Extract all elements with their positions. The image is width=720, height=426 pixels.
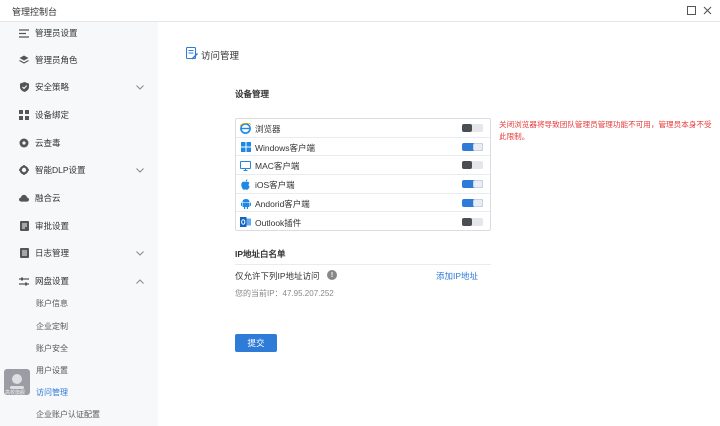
device-label: iOS客户端 xyxy=(255,180,295,191)
device-label: 浏览器 xyxy=(255,124,281,134)
outlook-toggle[interactable] xyxy=(462,217,483,226)
sidebar-item-label: 智能DLP设置 xyxy=(35,165,86,175)
sidebar-item-approval-settings[interactable]: 审批设置 xyxy=(0,215,158,237)
toggle-knob xyxy=(462,217,472,226)
window-title: 管理控制台 xyxy=(12,7,58,17)
avatar[interactable]: 高校旗舰 xyxy=(4,369,30,396)
sidebar-subitem-label: 账户安全 xyxy=(36,343,68,353)
stack-layers-icon xyxy=(19,55,29,65)
sidebar-item-hybrid-cloud[interactable]: 融合云 xyxy=(0,187,158,209)
device-label: Outlook插件 xyxy=(255,217,302,228)
sidebar-subitem-label: 访问管理 xyxy=(36,387,68,397)
sidebar-subitem-label: 账户信息 xyxy=(36,298,68,308)
submit-button[interactable]: 提交 xyxy=(235,334,277,352)
ip-allow-label: 仅允许下列IP地址访问 xyxy=(235,271,320,281)
sidebar-item-admin-roles[interactable]: 管理员角色 xyxy=(0,49,158,71)
page-title: 访问管理 xyxy=(201,51,240,62)
approval-icon xyxy=(19,221,29,231)
sidebar-item-label: 管理员设置 xyxy=(35,28,78,38)
ip-section-title: IP地址白名单 xyxy=(235,249,286,259)
gear-icon xyxy=(19,165,29,175)
sidebar-item-log-management[interactable]: 日志管理 xyxy=(0,242,158,264)
sidebar-subitem-enterprise-auth[interactable]: 企业账户认证配置 xyxy=(0,404,158,424)
sidebar-subitem-account-info[interactable]: 账户信息 xyxy=(0,293,158,313)
device-row-windows: Windows客户端 xyxy=(236,138,490,157)
android-toggle[interactable] xyxy=(462,198,483,207)
close-button[interactable] xyxy=(700,3,714,17)
sidebar-item-label: 审批设置 xyxy=(35,221,70,231)
title-bar: 管理控制台 xyxy=(0,0,720,22)
sidebar-subitem-label: 企业账户认证配置 xyxy=(36,409,100,419)
sidebar-item-netdisk-settings[interactable]: 网盘设置 xyxy=(0,270,158,292)
sidebar-subitem-label: 用户设置 xyxy=(36,365,68,375)
sidebar-subitem-account-security[interactable]: 账户安全 xyxy=(0,338,158,358)
chevron-up-icon xyxy=(136,277,144,286)
mac-toggle[interactable] xyxy=(462,161,483,170)
chevron-down-icon xyxy=(136,83,144,92)
sidebar-item-device-binding[interactable]: 设备绑定 xyxy=(0,104,158,126)
chevron-down-icon xyxy=(136,249,144,258)
close-icon xyxy=(703,6,711,14)
toggle-knob xyxy=(473,142,483,151)
apple-icon xyxy=(240,179,251,190)
ip-whitelist-row: 仅允许下列IP地址访问 ! 添加IP地址 xyxy=(235,264,491,284)
device-label: Andorid客户端 xyxy=(255,198,310,209)
browser-warning-text: 关闭浏览器将导致团队管理员管理功能不可用，管理员本身不受此限制。 xyxy=(499,120,712,141)
device-row-mac: MAC客户端 xyxy=(236,156,490,176)
toggle-knob xyxy=(473,198,483,207)
avatar-head-shape xyxy=(12,374,22,384)
maximize-icon xyxy=(686,5,696,15)
virus-scan-icon xyxy=(19,138,29,148)
info-icon[interactable]: ! xyxy=(327,270,337,280)
sidebar-item-label: 网盘设置 xyxy=(35,276,70,286)
cloud-icon xyxy=(19,193,29,203)
device-section-title: 设备管理 xyxy=(235,89,270,99)
windows-toggle[interactable] xyxy=(462,142,483,151)
list-lines-icon xyxy=(19,28,29,38)
log-icon xyxy=(19,248,29,258)
sidebar-subitem-enterprise-custom[interactable]: 企业定制 xyxy=(0,316,158,336)
sidebar-item-label: 云查毒 xyxy=(35,138,61,148)
sidebar-item-cloud-antivirus[interactable]: 云查毒 xyxy=(0,132,158,154)
device-bind-icon xyxy=(19,110,29,120)
current-ip-text: 您的当前IP：47.95.207.252 xyxy=(235,289,334,298)
avatar-text: 高校旗舰 xyxy=(5,390,26,396)
device-label: Windows客户端 xyxy=(255,142,315,153)
sliders-icon xyxy=(19,276,29,286)
sidebar-item-label: 管理员角色 xyxy=(35,55,78,65)
main-content: 访问管理 设备管理 浏览器 Windows客户端 MAC客户端 iOS客户端 A… xyxy=(158,22,720,426)
device-row-android: Andorid客户端 xyxy=(236,194,490,213)
windows-icon xyxy=(240,142,251,153)
chevron-down-icon xyxy=(136,166,144,175)
toggle-knob xyxy=(473,180,483,189)
device-row-browser: 浏览器 xyxy=(236,119,490,138)
android-icon xyxy=(240,198,251,209)
monitor-icon xyxy=(240,160,251,171)
sidebar-item-label: 融合云 xyxy=(35,193,61,203)
toggle-knob xyxy=(462,124,472,132)
maximize-button[interactable] xyxy=(684,3,698,17)
access-management-icon xyxy=(185,46,198,60)
ie-browser-icon xyxy=(240,123,251,134)
sidebar-item-admin-settings[interactable]: 管理员设置 xyxy=(0,22,158,44)
shield-icon xyxy=(19,82,29,92)
device-row-outlook: Outlook插件 xyxy=(236,213,490,232)
outlook-icon xyxy=(240,217,251,228)
browser-toggle[interactable] xyxy=(462,124,483,132)
sidebar-item-label: 安全策略 xyxy=(35,82,70,92)
device-label: MAC客户端 xyxy=(255,161,300,172)
sidebar-item-dlp-settings[interactable]: 智能DLP设置 xyxy=(0,159,158,181)
add-ip-link[interactable]: 添加IP地址 xyxy=(436,270,478,282)
sidebar-item-label: 设备绑定 xyxy=(35,110,70,120)
sidebar-subitem-label: 企业定制 xyxy=(36,321,68,331)
device-table: 浏览器 Windows客户端 MAC客户端 iOS客户端 Andorid客户端 … xyxy=(235,118,491,231)
sidebar-item-label: 日志管理 xyxy=(35,248,70,258)
toggle-knob xyxy=(462,161,472,170)
ios-toggle[interactable] xyxy=(462,180,483,189)
device-row-ios: iOS客户端 xyxy=(236,175,490,194)
sidebar: 管理员设置 管理员角色 安全策略 设备绑定 云查毒 智能DLP设置 融合云 审批… xyxy=(0,22,158,426)
sidebar-item-security-policy[interactable]: 安全策略 xyxy=(0,76,158,98)
